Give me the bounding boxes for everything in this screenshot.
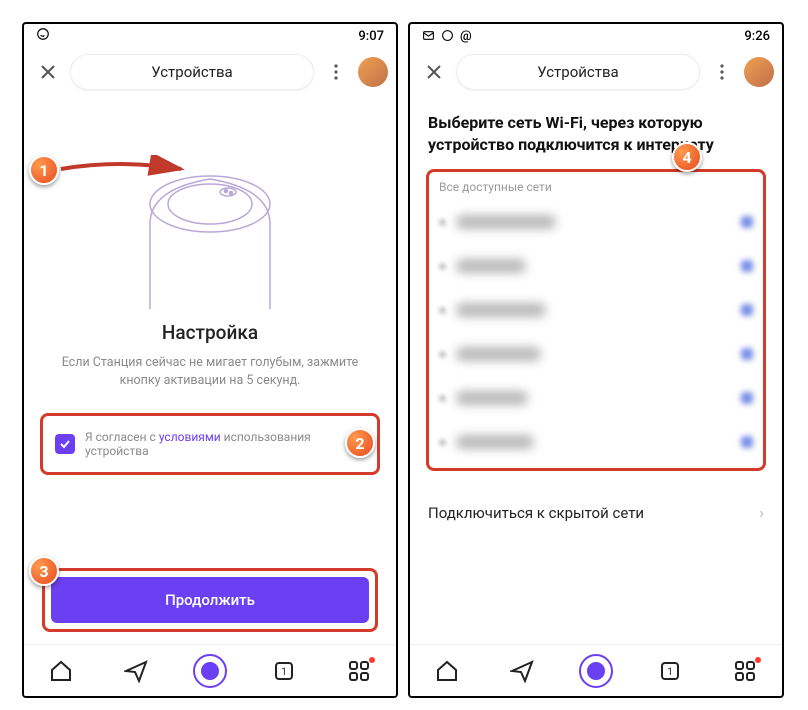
nav-send-icon[interactable] — [116, 651, 156, 691]
status-bar: @ 9:26 — [410, 24, 782, 48]
annotation-marker-3: 3 — [29, 556, 59, 586]
setup-description: Если Станция сейчас не мигает голубым, з… — [40, 354, 380, 389]
svg-text:1: 1 — [282, 667, 288, 678]
content-area: Выберите сеть Wi-Fi, через которую устро… — [410, 96, 782, 550]
nav-services-icon[interactable] — [339, 651, 379, 691]
nav-tabs-icon[interactable]: 1 — [650, 651, 690, 691]
hidden-network-button[interactable]: Подключиться к скрытой сети › — [426, 487, 766, 538]
wifi-heading: Выберите сеть Wi-Fi, через которую устро… — [426, 108, 766, 169]
nav-badge — [369, 657, 375, 663]
status-time: 9:26 — [744, 29, 770, 44]
page-title: Устройства — [70, 54, 314, 90]
annotation-arrow — [59, 155, 189, 195]
nav-alice-icon[interactable] — [576, 651, 616, 691]
avatar[interactable] — [358, 57, 388, 87]
terms-callout: Я согласен с условиями использования уст… — [40, 413, 380, 475]
status-time: 9:07 — [358, 29, 384, 44]
terms-text: Я согласен с условиями использования уст… — [85, 430, 365, 458]
nav-home-icon[interactable] — [41, 651, 81, 691]
top-bar: Устройства — [24, 48, 396, 96]
hidden-network-label: Подключиться к скрытой сети — [428, 504, 644, 522]
whatsapp-icon — [441, 29, 454, 42]
wifi-list-callout: Все доступные сети — [426, 169, 766, 471]
kebab-menu-icon[interactable] — [706, 56, 738, 88]
phone-screen-setup: 9:07 Устройства Настройка Е — [22, 22, 398, 698]
at-icon: @ — [460, 29, 472, 44]
wifi-network-row[interactable] — [439, 200, 753, 244]
terms-checkbox[interactable] — [55, 434, 75, 454]
wifi-subheading: Все доступные сети — [439, 180, 753, 194]
continue-callout: Продолжить — [42, 568, 378, 632]
bottom-nav: 1 — [24, 644, 396, 696]
nav-alice-icon[interactable] — [190, 651, 230, 691]
mail-icon — [422, 29, 435, 42]
wifi-network-row[interactable] — [439, 420, 753, 464]
phone-screen-wifi: @ 9:26 Устройства Выберите сеть Wi-Fi, ч… — [408, 22, 784, 698]
nav-send-icon[interactable] — [502, 651, 542, 691]
annotation-marker-1: 1 — [29, 155, 59, 185]
nav-badge — [755, 657, 761, 663]
setup-title: Настройка — [40, 321, 380, 344]
terms-row[interactable]: Я согласен с условиями использования уст… — [55, 430, 365, 458]
terms-prefix: Я согласен с — [85, 430, 159, 444]
wifi-network-row[interactable] — [439, 288, 753, 332]
terms-link[interactable]: условиями — [159, 430, 221, 444]
continue-button[interactable]: Продолжить — [51, 577, 369, 623]
wifi-list — [439, 200, 753, 464]
nav-home-icon[interactable] — [427, 651, 467, 691]
kebab-menu-icon[interactable] — [320, 56, 352, 88]
whatsapp-icon — [36, 27, 50, 45]
close-button[interactable] — [32, 56, 64, 88]
status-bar: 9:07 — [24, 24, 396, 48]
status-left-icons: @ — [422, 29, 472, 44]
page-title: Устройства — [456, 54, 700, 90]
status-left-icons — [36, 27, 50, 45]
close-button[interactable] — [418, 56, 450, 88]
nav-tabs-icon[interactable]: 1 — [264, 651, 304, 691]
top-bar: Устройства — [410, 48, 782, 96]
chevron-right-icon: › — [759, 503, 764, 522]
annotation-marker-4: 4 — [672, 142, 702, 172]
wifi-network-row[interactable] — [439, 376, 753, 420]
bottom-nav: 1 — [410, 644, 782, 696]
nav-services-icon[interactable] — [725, 651, 765, 691]
annotation-marker-2: 2 — [345, 428, 375, 458]
svg-text:1: 1 — [668, 667, 674, 678]
avatar[interactable] — [744, 57, 774, 87]
wifi-network-row[interactable] — [439, 332, 753, 376]
wifi-network-row[interactable] — [439, 244, 753, 288]
